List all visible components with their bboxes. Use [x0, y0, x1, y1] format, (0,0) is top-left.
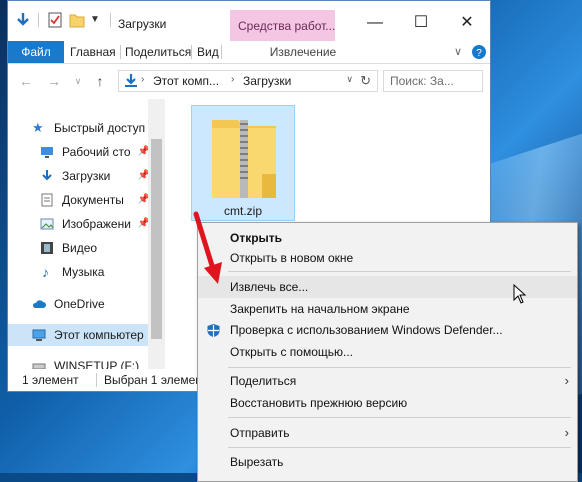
red-arrow-annotation-icon: [193, 211, 222, 284]
nav-item-this-pc[interactable]: Этот компьютер: [8, 324, 154, 346]
windows-defender-icon: [207, 324, 220, 337]
close-button[interactable]: ✕: [444, 9, 490, 37]
svg-text:?: ?: [476, 48, 482, 59]
context-tab-title: Средства работ...: [230, 10, 335, 41]
tab-share[interactable]: Поделиться: [125, 41, 191, 63]
drive-icon: [32, 363, 46, 369]
ribbon-tabs: Файл Главная Поделиться Вид Извлечение ∨…: [8, 41, 490, 64]
video-icon: [41, 242, 53, 254]
nav-item-music[interactable]: ♪ Музыка: [8, 261, 154, 283]
submenu-chevron-icon: ›: [564, 425, 569, 440]
menu-separator: [228, 447, 571, 448]
tab-extract[interactable]: Извлечение: [258, 41, 348, 63]
tab-view[interactable]: Вид: [197, 41, 219, 63]
menu-item-send-to[interactable]: Отправить ›: [198, 422, 577, 444]
download-arrow-icon[interactable]: [14, 11, 32, 29]
up-arrow-icon[interactable]: ↑: [92, 72, 108, 90]
download-icon: [42, 170, 52, 181]
nav-item-documents[interactable]: Документы 📌: [8, 189, 154, 211]
nav-item-video[interactable]: Видео: [8, 237, 154, 259]
help-icon[interactable]: ?: [471, 44, 487, 60]
nav-item-onedrive[interactable]: OneDrive: [8, 293, 154, 315]
tab-home[interactable]: Главная: [70, 41, 116, 63]
menu-item-open-new-window[interactable]: Открыть в новом окне: [198, 247, 577, 269]
minimize-button[interactable]: —: [352, 9, 398, 37]
address-dropdown-icon[interactable]: ∨: [346, 74, 353, 85]
context-menu: Открыть Открыть в новом окне Извлечь все…: [197, 222, 578, 482]
menu-separator: [228, 417, 571, 418]
ribbon-collapse-chevron-icon[interactable]: ∨: [454, 41, 462, 63]
menu-item-cut[interactable]: Вырезать: [198, 451, 577, 473]
zip-folder-icon: [212, 120, 276, 198]
mouse-cursor-icon: [513, 284, 527, 304]
breadcrumb-downloads[interactable]: Загрузки: [243, 74, 291, 88]
selected-count: Выбран 1 элемент: [104, 373, 208, 387]
maximize-button[interactable]: ☐: [398, 9, 444, 37]
address-bar-row: ← → ∨ ↑ › Этот комп... › Загрузки ∨ ↻ По…: [8, 64, 490, 98]
customize-qa-chevron-icon[interactable]: ▼: [90, 11, 108, 29]
music-icon: ♪: [42, 264, 49, 280]
tab-divider: [120, 45, 121, 59]
nav-item-desktop[interactable]: Рабочий сто 📌: [8, 141, 154, 163]
nav-scrollbar-thumb[interactable]: [151, 139, 162, 339]
title-bar: ▼ Загрузки Средства работ... — ☐ ✕: [8, 1, 490, 41]
menu-item-open-with[interactable]: Открыть с помощью...: [198, 341, 577, 363]
file-item-zip[interactable]: cmt.zip: [191, 105, 295, 221]
menu-separator: [228, 271, 571, 272]
cloud-icon: [32, 300, 46, 308]
nav-scrollbar[interactable]: [148, 99, 165, 369]
nav-item-pictures[interactable]: Изображени 📌: [8, 213, 154, 235]
navigation-pane: ★ Быстрый доступ Рабочий сто 📌 Загрузки …: [8, 99, 158, 369]
submenu-chevron-icon: ›: [564, 373, 569, 388]
nav-item-winsetup[interactable]: WINSETUP (F:): [8, 355, 154, 369]
menu-item-share[interactable]: Поделиться ›: [198, 370, 577, 392]
qa-divider: [38, 13, 39, 27]
refresh-icon[interactable]: ↻: [360, 73, 371, 89]
recent-chevron-icon[interactable]: ∨: [70, 72, 86, 90]
properties-icon[interactable]: [46, 11, 64, 29]
desktop-icon: [41, 147, 53, 158]
downloads-location-icon: [125, 74, 137, 87]
title-divider: [110, 13, 111, 27]
forward-arrow-icon[interactable]: →: [46, 72, 62, 90]
breadcrumb-chevron-icon: ›: [231, 74, 235, 85]
computer-icon: [32, 329, 46, 341]
status-divider: [96, 373, 97, 387]
documents-icon: [41, 193, 53, 207]
tab-file[interactable]: Файл: [8, 41, 64, 63]
item-count: 1 элемент: [22, 373, 79, 387]
new-folder-icon[interactable]: [68, 11, 86, 29]
breadcrumb-this-pc[interactable]: Этот комп...: [153, 74, 219, 88]
menu-item-defender-scan[interactable]: Проверка с использованием Windows Defend…: [198, 319, 577, 341]
nav-item-quick-access[interactable]: ★ Быстрый доступ: [8, 117, 154, 139]
nav-item-downloads[interactable]: Загрузки 📌: [8, 165, 154, 187]
address-box[interactable]: › Этот комп... › Загрузки ∨ ↻: [118, 70, 378, 92]
search-input[interactable]: Поиск: За...: [383, 70, 483, 92]
back-arrow-icon[interactable]: ←: [18, 72, 34, 90]
breadcrumb-chevron-icon: ›: [141, 74, 145, 85]
menu-separator: [228, 367, 571, 368]
tab-divider: [221, 45, 222, 59]
star-icon: ★: [32, 120, 44, 135]
window-title: Загрузки: [118, 17, 167, 31]
pictures-icon: [40, 218, 54, 230]
menu-item-restore-version[interactable]: Восстановить прежнюю версию: [198, 392, 577, 414]
tab-divider: [191, 45, 192, 59]
menu-item-open[interactable]: Открыть: [198, 227, 577, 249]
